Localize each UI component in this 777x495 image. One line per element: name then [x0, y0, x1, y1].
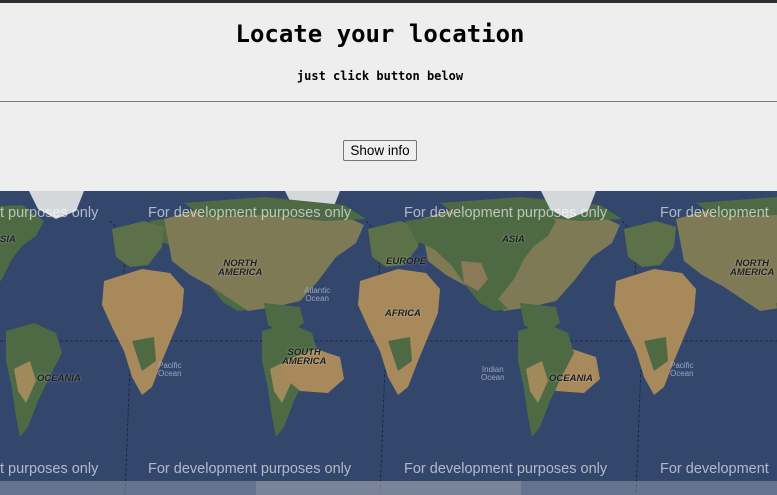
ocean-label-indian: Indian Ocean — [481, 365, 505, 382]
watermark-text: For development purposes only — [404, 205, 608, 221]
window-top-border — [0, 0, 777, 3]
watermark-text: For development purposes only — [404, 461, 608, 477]
continent-label-north-america: NORTH AMERICA — [218, 258, 263, 278]
ocean-label-atlantic: Atlantic Ocean — [304, 286, 331, 303]
show-info-button[interactable]: Show info — [343, 140, 417, 161]
continent-label-africa: AFRICA — [385, 308, 421, 319]
world-map[interactable]: t purposes only For development purposes… — [0, 191, 777, 495]
map-tiles — [0, 191, 777, 495]
continent-label-asia: SIA — [0, 234, 16, 245]
watermark-text: For development purposes only — [148, 461, 352, 477]
continent-label-north-america: NORTH AMERICA — [730, 258, 775, 278]
continent-label-oceania: OCEANIA — [549, 373, 593, 384]
ocean-label-pacific: Pacific Ocean — [670, 361, 694, 378]
continent-label-oceania: OCEANIA — [37, 373, 81, 384]
watermark-text: t purposes only — [0, 461, 99, 477]
page-title: Locate your location — [235, 20, 525, 48]
watermark-text: For development — [660, 461, 769, 477]
continent-label-south-america: SOUTH AMERICA — [282, 347, 327, 367]
continent-label-europe: EUROPE — [386, 256, 427, 267]
watermark-text: For development — [660, 205, 769, 221]
divider — [0, 101, 777, 102]
watermark-text: t purposes only — [0, 205, 99, 221]
continent-label-asia: ASIA — [502, 234, 525, 245]
watermark-text: For development purposes only — [148, 205, 352, 221]
ocean-label-pacific: Pacific Ocean — [158, 361, 182, 378]
page-subtitle: just click button below — [296, 69, 464, 83]
